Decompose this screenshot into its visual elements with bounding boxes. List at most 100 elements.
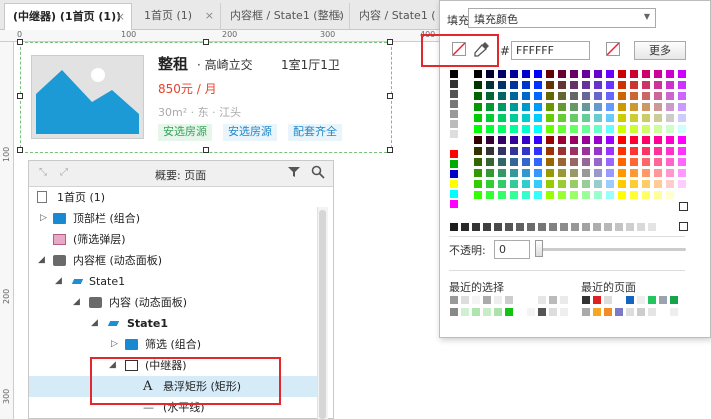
recent-swatch[interactable]: [461, 308, 469, 316]
palette-swatch[interactable]: [606, 191, 614, 199]
palette-swatch[interactable]: [534, 158, 542, 166]
palette-swatch[interactable]: [642, 103, 650, 111]
palette-swatch[interactable]: [450, 160, 458, 168]
palette-swatch[interactable]: [678, 136, 686, 144]
palette-swatch[interactable]: [450, 180, 458, 188]
palette-swatch[interactable]: [474, 114, 482, 122]
palette-swatch[interactable]: [630, 191, 638, 199]
recent-swatch[interactable]: [670, 296, 678, 304]
palette-swatch[interactable]: [522, 191, 530, 199]
palette-swatch[interactable]: [666, 169, 674, 177]
palette-swatch[interactable]: [558, 103, 566, 111]
outline-item-content[interactable]: ◢ 内容 (动态面板): [29, 292, 317, 313]
palette-swatch[interactable]: [498, 81, 506, 89]
palette-swatch[interactable]: [498, 169, 506, 177]
palette-swatch[interactable]: [450, 80, 458, 88]
palette-swatch[interactable]: [678, 114, 686, 122]
hex-input[interactable]: FFFFFF: [511, 41, 590, 60]
palette-swatch[interactable]: [570, 136, 578, 144]
custom-swatch[interactable]: [679, 202, 688, 211]
palette-swatch[interactable]: [654, 169, 662, 177]
palette-swatch[interactable]: [666, 114, 674, 122]
recent-swatch[interactable]: [483, 296, 491, 304]
palette-swatch[interactable]: [618, 81, 626, 89]
custom-swatch[interactable]: [450, 223, 458, 231]
chevron-right-icon[interactable]: ▷: [40, 208, 47, 229]
palette-swatch[interactable]: [510, 191, 518, 199]
recent-swatch[interactable]: [505, 308, 513, 316]
recent-swatch[interactable]: [538, 308, 546, 316]
palette-swatch[interactable]: [510, 70, 518, 78]
palette-swatch[interactable]: [582, 70, 590, 78]
recent-swatch[interactable]: [593, 296, 601, 304]
palette-swatch[interactable]: [606, 81, 614, 89]
palette-swatch[interactable]: [486, 169, 494, 177]
custom-swatch[interactable]: [505, 223, 513, 231]
palette-swatch[interactable]: [474, 70, 482, 78]
palette-swatch[interactable]: [666, 147, 674, 155]
recent-swatch[interactable]: [626, 308, 634, 316]
custom-swatch[interactable]: [571, 223, 579, 231]
palette-swatch[interactable]: [510, 114, 518, 122]
palette-swatch[interactable]: [606, 125, 614, 133]
recent-swatch[interactable]: [582, 308, 590, 316]
palette-swatch[interactable]: [522, 169, 530, 177]
palette-swatch[interactable]: [582, 169, 590, 177]
palette-swatch[interactable]: [486, 136, 494, 144]
palette-swatch[interactable]: [582, 81, 590, 89]
palette-swatch[interactable]: [666, 81, 674, 89]
palette-swatch[interactable]: [570, 125, 578, 133]
palette-swatch[interactable]: [474, 158, 482, 166]
custom-swatch[interactable]: [637, 223, 645, 231]
palette-swatch[interactable]: [594, 147, 602, 155]
recent-swatch[interactable]: [461, 296, 469, 304]
palette-swatch[interactable]: [498, 125, 506, 133]
palette-swatch[interactable]: [558, 191, 566, 199]
custom-swatch[interactable]: [593, 223, 601, 231]
palette-swatch[interactable]: [642, 81, 650, 89]
palette-swatch[interactable]: [558, 169, 566, 177]
palette-swatch[interactable]: [522, 147, 530, 155]
palette-swatch[interactable]: [666, 70, 674, 78]
recent-swatch[interactable]: [483, 308, 491, 316]
recent-swatch[interactable]: [472, 296, 480, 304]
palette-swatch[interactable]: [498, 180, 506, 188]
palette-swatch[interactable]: [498, 158, 506, 166]
filter-icon[interactable]: [287, 165, 301, 182]
resize-handle[interactable]: [203, 147, 209, 153]
recent-swatch[interactable]: [637, 308, 645, 316]
palette-swatch[interactable]: [498, 70, 506, 78]
palette-swatch[interactable]: [522, 81, 530, 89]
recent-swatch[interactable]: [494, 296, 502, 304]
palette-swatch[interactable]: [606, 169, 614, 177]
custom-swatch[interactable]: [494, 223, 502, 231]
palette-swatch[interactable]: [474, 136, 482, 144]
search-icon[interactable]: [311, 165, 325, 182]
palette-swatch[interactable]: [642, 169, 650, 177]
palette-swatch[interactable]: [582, 180, 590, 188]
palette-swatch[interactable]: [570, 70, 578, 78]
palette-swatch[interactable]: [666, 136, 674, 144]
palette-swatch[interactable]: [630, 158, 638, 166]
resize-handle[interactable]: [387, 93, 393, 99]
chevron-down-icon[interactable]: ◢: [73, 292, 80, 313]
resize-handle[interactable]: [17, 39, 23, 45]
recent-swatch[interactable]: [527, 308, 535, 316]
recent-swatch[interactable]: [505, 296, 513, 304]
palette-swatch[interactable]: [582, 103, 590, 111]
recent-swatch[interactable]: [615, 308, 623, 316]
palette-swatch[interactable]: [618, 70, 626, 78]
palette-swatch[interactable]: [606, 114, 614, 122]
recent-swatch[interactable]: [538, 296, 546, 304]
palette-swatch[interactable]: [630, 136, 638, 144]
custom-swatch[interactable]: [679, 222, 688, 231]
recent-swatch[interactable]: [494, 308, 502, 316]
palette-swatch[interactable]: [450, 90, 458, 98]
palette-swatch[interactable]: [606, 180, 614, 188]
palette-swatch[interactable]: [510, 136, 518, 144]
outline-item-topbar[interactable]: ▷ 顶部栏 (组合): [29, 208, 317, 229]
palette-swatch[interactable]: [510, 81, 518, 89]
palette-swatch[interactable]: [666, 125, 674, 133]
recent-swatch[interactable]: [472, 308, 480, 316]
palette-swatch[interactable]: [486, 191, 494, 199]
